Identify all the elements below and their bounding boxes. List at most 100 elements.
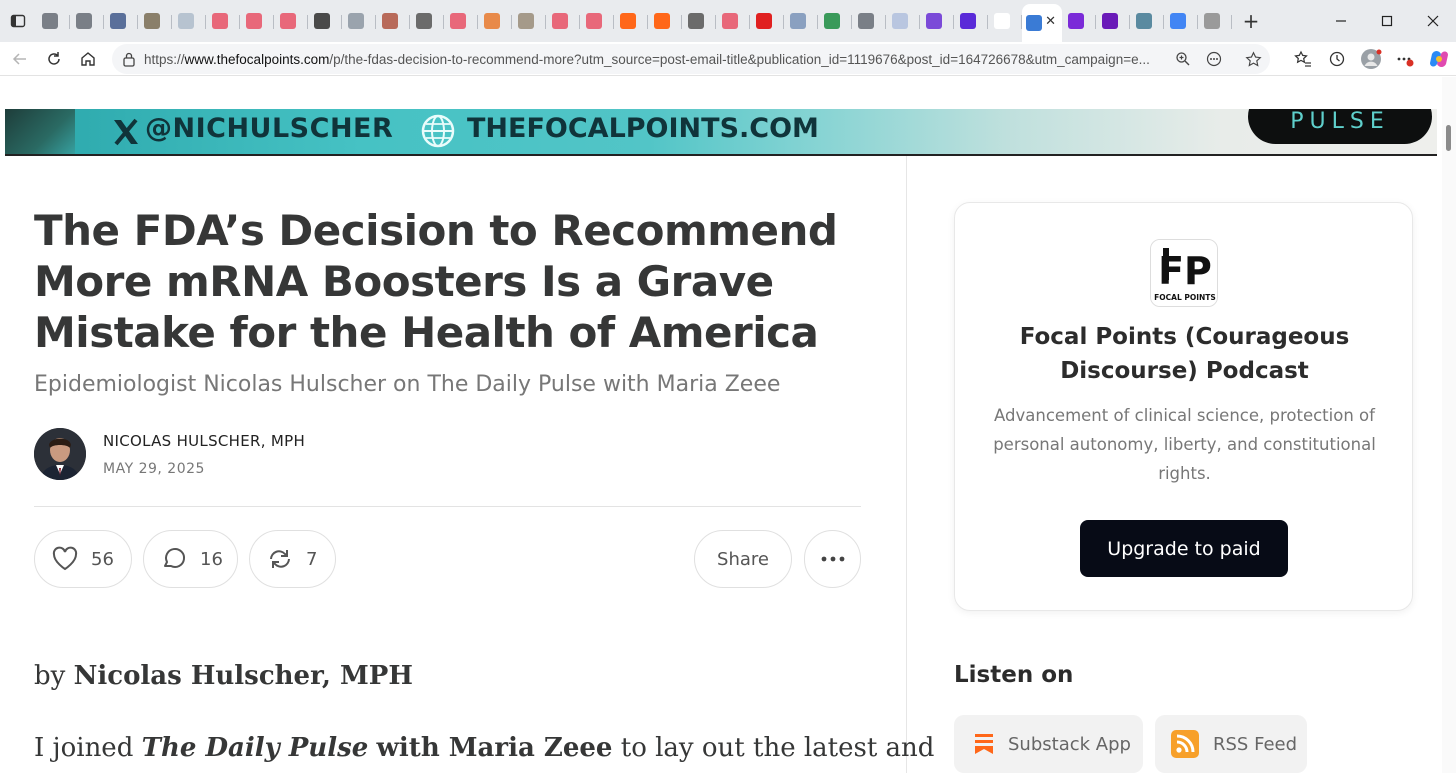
active-tab[interactable]: ✕ — [1022, 4, 1062, 42]
browser-tab[interactable] — [478, 4, 512, 38]
tab-favicon-icon — [280, 13, 296, 29]
refresh-icon — [48, 51, 60, 65]
browser-tab[interactable] — [614, 4, 648, 38]
byline-author: Nicolas Hulscher, MPH — [73, 661, 413, 691]
banner-pulse-badge: PULSE — [1248, 109, 1432, 144]
banner-site: THEFOCALPOINTS.COM — [467, 113, 819, 144]
comment-count: 16 — [200, 548, 223, 570]
browser-tab[interactable] — [920, 4, 954, 38]
back-button[interactable] — [3, 44, 37, 74]
browser-tab[interactable] — [172, 4, 206, 38]
browser-tab[interactable] — [70, 4, 104, 38]
scrollbar-thumb[interactable] — [1446, 125, 1451, 151]
rss-feed-button[interactable]: RSS Feed — [1155, 715, 1307, 773]
home-button[interactable] — [71, 44, 105, 74]
browser-tab[interactable] — [1096, 4, 1130, 38]
close-window-button[interactable] — [1410, 0, 1456, 42]
author-avatar[interactable] — [34, 428, 86, 480]
browser-tab[interactable] — [648, 4, 682, 38]
banner-handle: @NICHULSCHER — [145, 113, 394, 144]
browser-tab[interactable] — [954, 4, 988, 38]
history-icon — [1329, 51, 1345, 67]
maximize-button[interactable] — [1364, 0, 1410, 42]
tab-favicon-icon — [654, 13, 670, 29]
extensions-button[interactable] — [1388, 42, 1422, 76]
browser-tab[interactable] — [1198, 4, 1232, 38]
upgrade-button[interactable]: Upgrade to paid — [1080, 520, 1288, 577]
browser-tab[interactable] — [852, 4, 886, 38]
favorite-star-button[interactable] — [1244, 50, 1262, 68]
browser-tab[interactable] — [104, 4, 138, 38]
tab-favicon-icon — [994, 13, 1010, 29]
banner-image-left — [5, 109, 75, 154]
minimize-button[interactable] — [1318, 0, 1364, 42]
more-options-button[interactable] — [804, 530, 861, 588]
browser-tab[interactable] — [682, 4, 716, 38]
tab-favicon-icon — [314, 13, 330, 29]
comment-button[interactable]: 16 — [143, 530, 238, 588]
tab-favicon-icon — [1026, 15, 1042, 31]
browser-tab[interactable] — [784, 4, 818, 38]
browser-tab[interactable] — [988, 4, 1022, 38]
close-tab-icon[interactable]: ✕ — [1045, 14, 1056, 30]
publication-name[interactable]: Focal Points (Courageous Discourse) Podc… — [955, 320, 1414, 388]
listen-heading: Listen on — [954, 662, 1074, 688]
browser-tab[interactable] — [546, 4, 580, 38]
zoom-button[interactable] — [1174, 50, 1192, 68]
profile-button[interactable] — [1354, 42, 1388, 76]
browser-tab[interactable] — [206, 4, 240, 38]
browser-tab[interactable] — [240, 4, 274, 38]
article-subtitle: Epidemiologist Nicolas Hulscher on The D… — [34, 372, 781, 397]
browser-tab[interactable] — [342, 4, 376, 38]
browser-tab[interactable] — [308, 4, 342, 38]
article-paragraph: I joined The Daily Pulse with Maria Zeee… — [34, 733, 935, 763]
author-name[interactable]: NICOLAS HULSCHER, MPH — [103, 432, 305, 450]
browser-tab[interactable] — [1164, 4, 1198, 38]
article-title: The FDA’s Decision to Recommend More mRN… — [34, 206, 838, 357]
browser-tab[interactable] — [580, 4, 614, 38]
browser-tab[interactable] — [138, 4, 172, 38]
browser-tab[interactable] — [886, 4, 920, 38]
copilot-button[interactable] — [1422, 42, 1456, 76]
minimize-icon — [1336, 20, 1346, 22]
tab-favicon-icon — [620, 13, 636, 29]
tab-favicon-icon — [722, 13, 738, 29]
favorites-icon — [1294, 50, 1311, 67]
favorites-button[interactable] — [1286, 42, 1320, 76]
zoom-icon — [1176, 52, 1190, 66]
tab-favicon-icon — [144, 13, 160, 29]
browser-tab[interactable] — [1062, 4, 1096, 38]
address-bar[interactable]: https://www.thefocalpoints.com/p/the-fda… — [112, 44, 1270, 74]
page-scrollbar[interactable] — [1442, 77, 1456, 773]
browser-tab[interactable] — [444, 4, 478, 38]
publication-logo[interactable]: FP FOCAL POINTS — [1150, 239, 1218, 307]
tab-bar: ✕ + — [0, 0, 1456, 42]
like-button[interactable]: 56 — [34, 530, 132, 588]
like-count: 56 — [91, 548, 114, 570]
refresh-button[interactable] — [37, 44, 71, 74]
browser-tab[interactable] — [36, 4, 70, 38]
tab-favicon-icon — [382, 13, 398, 29]
reading-button[interactable] — [1205, 50, 1223, 68]
rss-icon — [1171, 730, 1199, 758]
share-button[interactable]: Share — [694, 530, 792, 588]
browser-tab[interactable] — [512, 4, 546, 38]
substack-app-label: Substack App — [1008, 733, 1131, 755]
page-content: @NICHULSCHER THEFOCALPOINTS.COM PULSE Th… — [0, 77, 1442, 773]
more-dots-icon — [1397, 57, 1414, 67]
tab-actions-button[interactable] — [0, 0, 36, 42]
history-button[interactable] — [1320, 42, 1354, 76]
new-tab-button[interactable]: + — [1234, 4, 1268, 38]
focal-points-logo: FP FOCAL POINTS — [1151, 240, 1217, 306]
restack-button[interactable]: 7 — [249, 530, 336, 588]
browser-tab[interactable] — [750, 4, 784, 38]
browser-tab[interactable] — [274, 4, 308, 38]
browser-tab[interactable] — [1130, 4, 1164, 38]
browser-tab[interactable] — [410, 4, 444, 38]
browser-tab[interactable] — [818, 4, 852, 38]
browser-tab[interactable] — [716, 4, 750, 38]
substack-app-button[interactable]: Substack App — [954, 715, 1143, 773]
show-name: The Daily Pulse — [141, 733, 369, 763]
browser-tab[interactable] — [376, 4, 410, 38]
tab-favicon-icon — [586, 13, 602, 29]
